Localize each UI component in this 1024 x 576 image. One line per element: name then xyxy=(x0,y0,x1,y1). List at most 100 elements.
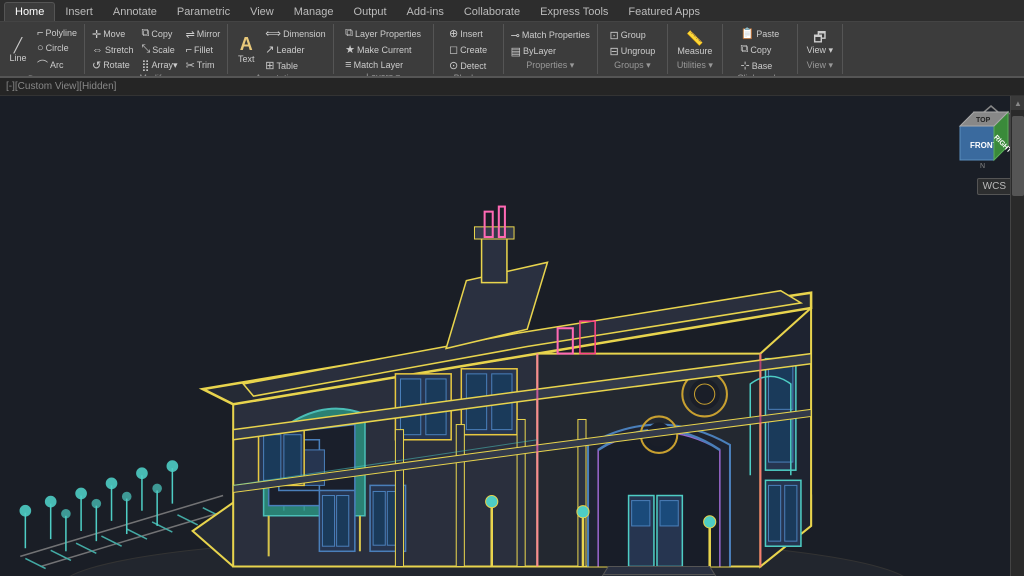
annotation-table-button[interactable]: ⊞Table xyxy=(262,58,328,73)
paste-icon: 📋 xyxy=(741,27,755,40)
tab-home[interactable]: Home xyxy=(4,2,55,21)
view-icon: 🗗 xyxy=(813,30,826,44)
modify-move-button[interactable]: ✛Move xyxy=(89,27,137,42)
scroll-thumb[interactable] xyxy=(1012,116,1024,196)
array-icon: ⣿ xyxy=(141,59,149,72)
properties-match-button[interactable]: ⊸Match Properties xyxy=(508,28,593,43)
utilities-measure-button[interactable]: 📏 Measure xyxy=(673,29,716,58)
view-cube[interactable]: FRONT RIGHT TOP N xyxy=(950,102,1018,173)
insert-icon: ⊕ xyxy=(449,27,458,40)
properties-group-label: Properties ▾ xyxy=(526,60,574,72)
ungroup-button[interactable]: ⊟Ungroup xyxy=(606,44,658,59)
copy2-icon: ⧉ xyxy=(741,43,749,56)
ribbon-group-clipboard: 📋Paste ⧉Copy ⊹Base Clipboard ▾ xyxy=(723,24,798,74)
layers-properties-button[interactable]: ⧉Layer Properties xyxy=(342,26,424,41)
scroll-up-button[interactable]: ▲ xyxy=(1011,96,1024,110)
wcs-label: WCS xyxy=(977,178,1012,195)
block-create-button[interactable]: ◻Create xyxy=(446,42,490,57)
vertical-scrollbar: ▲ ▼ xyxy=(1010,96,1024,576)
view-bar: [-][Custom View][Hidden] xyxy=(0,78,1024,96)
draw-circle-button[interactable]: ○ Circle xyxy=(34,41,80,55)
layers-match-button[interactable]: ≡Match Layer xyxy=(342,58,424,72)
tab-insert[interactable]: Insert xyxy=(55,3,103,21)
tab-addins[interactable]: Add-ins xyxy=(397,3,454,21)
trim-icon: ✂ xyxy=(186,59,195,72)
tab-view[interactable]: View xyxy=(240,3,284,21)
ribbon-group-annotation: A Text ⟺Dimension ↗Leader ⊞Table Annotat… xyxy=(228,24,333,74)
annotation-text-button[interactable]: A Text xyxy=(232,33,260,66)
annotation-dimension-button[interactable]: ⟺Dimension xyxy=(262,26,328,41)
scale-icon: ⤡ xyxy=(141,43,150,56)
view-bar-text[interactable]: [-][Custom View][Hidden] xyxy=(6,81,116,92)
block-insert-button[interactable]: ⊕Insert xyxy=(446,26,490,41)
block-detect-button[interactable]: ⊙Detect xyxy=(446,58,490,73)
dimension-icon: ⟺ xyxy=(265,27,281,40)
tab-collaborate[interactable]: Collaborate xyxy=(454,3,530,21)
move-icon: ✛ xyxy=(92,28,101,41)
ribbon-tabs: Home Insert Annotate Parametric View Man… xyxy=(0,0,1024,22)
tab-express[interactable]: Express Tools xyxy=(530,3,618,21)
base-icon: ⊹ xyxy=(741,59,750,72)
clipboard-base-button[interactable]: ⊹Base xyxy=(738,58,783,73)
view-group-label: View ▾ xyxy=(807,60,833,72)
annotation-leader-button[interactable]: ↗Leader xyxy=(262,42,328,57)
match-properties-icon: ⊸ xyxy=(511,29,520,42)
clipboard-paste-button[interactable]: 📋Paste xyxy=(738,26,783,41)
copy-icon: ⧉ xyxy=(141,27,149,40)
draw-line-button[interactable]: ╱ Line xyxy=(4,36,32,65)
measure-icon: 📏 xyxy=(686,31,703,45)
ribbon-group-draw: ╱ Line ⌐ Polyline ○ Circle ⌒ Arc xyxy=(0,24,85,74)
svg-text:TOP: TOP xyxy=(976,117,991,124)
stretch-icon: ⇔ xyxy=(92,44,103,56)
polyline-icon: ⌐ xyxy=(37,27,43,39)
layers-make-current-button[interactable]: ★Make Current xyxy=(342,42,424,57)
tab-manage[interactable]: Manage xyxy=(284,3,344,21)
line-icon: ╱ xyxy=(14,38,22,52)
view-dropdown-button[interactable]: 🗗 View ▾ xyxy=(803,28,837,58)
ungroup-icon: ⊟ xyxy=(609,45,618,58)
draw-arc-button[interactable]: ⌒ Arc xyxy=(34,56,80,74)
group-button[interactable]: ⊡Group xyxy=(606,28,658,43)
circle-icon: ○ xyxy=(37,42,44,54)
draw-polyline-button[interactable]: ⌐ Polyline xyxy=(34,26,80,40)
ribbon-toolbar: ╱ Line ⌐ Polyline ○ Circle ⌒ Arc xyxy=(0,22,1024,78)
tab-featured[interactable]: Featured Apps xyxy=(618,3,710,21)
properties-bylayer-button[interactable]: ▤ByLayer xyxy=(508,44,593,59)
detect-icon: ⊙ xyxy=(449,59,458,72)
modify-scale-button[interactable]: ⤡Scale xyxy=(138,42,180,57)
rotate-icon: ↺ xyxy=(92,59,101,72)
ribbon-group-properties: ⊸Match Properties ▤ByLayer Properties ▾ xyxy=(504,24,598,74)
modify-copy-button[interactable]: ⧉ Copy xyxy=(138,26,180,41)
modify-fillet-button[interactable]: ⌐Fillet xyxy=(183,43,224,57)
ribbon-group-modify: ✛Move ⇔Stretch ↺Rotate ⧉ Copy ⤡Sca xyxy=(85,24,228,74)
modify-stretch-button[interactable]: ⇔Stretch xyxy=(89,43,137,57)
leader-icon: ↗ xyxy=(265,43,274,56)
groups-group-label: Groups ▾ xyxy=(614,60,651,72)
tab-annotate[interactable]: Annotate xyxy=(103,3,167,21)
text-icon: A xyxy=(240,35,253,53)
ribbon-group-utilities: 📏 Measure Utilities ▾ xyxy=(668,24,723,74)
group-icon: ⊡ xyxy=(609,29,618,42)
bylayer-icon: ▤ xyxy=(511,45,521,58)
tab-parametric[interactable]: Parametric xyxy=(167,3,240,21)
arc-icon: ⌒ xyxy=(37,57,48,73)
svg-text:N: N xyxy=(980,163,985,170)
clipboard-copy-button[interactable]: ⧉Copy xyxy=(738,42,783,57)
create-block-icon: ◻ xyxy=(449,43,458,56)
mirror-icon: ⇌ xyxy=(186,28,195,41)
ribbon-group-block: ⊕Insert ◻Create ⊙Detect Block ▾ xyxy=(434,24,504,74)
modify-mirror-button[interactable]: ⇌Mirror xyxy=(183,27,224,42)
match-layer-icon: ≡ xyxy=(345,59,351,71)
modify-array-button[interactable]: ⣿Array▾ xyxy=(138,58,180,73)
modify-rotate-button[interactable]: ↺Rotate xyxy=(89,58,137,73)
make-current-icon: ★ xyxy=(345,43,355,56)
ribbon-group-view: 🗗 View ▾ View ▾ xyxy=(798,24,843,74)
viewport[interactable]: FRONT RIGHT TOP N WCS ▲ ▼ xyxy=(0,96,1024,576)
tab-output[interactable]: Output xyxy=(344,3,397,21)
modify-trim-button[interactable]: ✂Trim xyxy=(183,58,224,73)
app: Home Insert Annotate Parametric View Man… xyxy=(0,0,1024,576)
fillet-icon: ⌐ xyxy=(186,44,192,56)
utilities-group-label: Utilities ▾ xyxy=(677,60,713,72)
main-area: FRONT RIGHT TOP N WCS ▲ ▼ xyxy=(0,96,1024,576)
layers-icon: ⧉ xyxy=(345,27,353,40)
